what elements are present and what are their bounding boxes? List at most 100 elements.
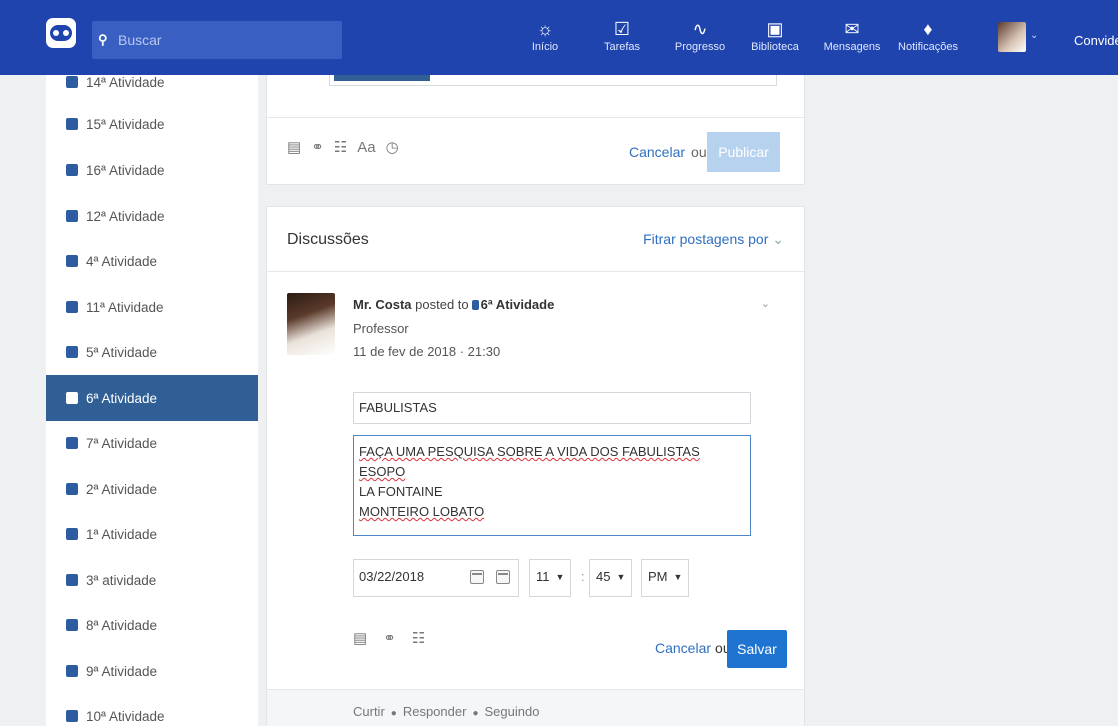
group-color-icon (471, 300, 479, 310)
sidebar-item-12[interactable]: 12ª Atividade (46, 193, 258, 239)
or-text: ou (691, 144, 707, 160)
cancel-link[interactable]: Cancelar (655, 640, 711, 656)
calendar-icon[interactable] (496, 570, 510, 584)
link-icon[interactable]: ⚭ (383, 629, 396, 647)
author-name[interactable]: Mr. Costa (353, 297, 412, 312)
group-color-icon (66, 76, 78, 88)
post-body-textarea[interactable]: FAÇA UMA PESQUISA SOBRE A VIDA DOS FABUL… (353, 435, 751, 536)
group-color-icon (66, 164, 78, 176)
following-link[interactable]: Seguindo (484, 704, 539, 719)
bell-icon: ♦ (923, 19, 933, 39)
book-icon[interactable]: ☷ (334, 138, 347, 156)
sidebar-item-4[interactable]: 4ª Atividade (46, 238, 258, 284)
top-navigation-bar: ⚲ ☼ Início ☑ Tarefas ∿ Progresso ▣ Bibli… (0, 0, 1118, 75)
divider (267, 271, 804, 272)
group-color-icon (66, 118, 78, 130)
group-color-icon (66, 665, 78, 677)
publish-button[interactable]: Publicar (707, 132, 780, 172)
search-icon: ⚲ (98, 32, 108, 47)
post-timestamp: 11 de fev de 2018 · 21:30 (353, 344, 501, 359)
nav-progresso[interactable]: ∿ Progresso (660, 18, 740, 53)
post-title-field[interactable]: FABULISTAS (353, 392, 751, 424)
message-icon: ✉ (844, 19, 860, 39)
post-composer: ▤ ⚭ ☷ Aa ◷ Cancelar ou Publicar (266, 75, 805, 185)
sidebar-item-10[interactable]: 10ª Atividade (46, 693, 258, 726)
calendar-icon[interactable] (470, 570, 484, 584)
sidebar-item-16[interactable]: 16ª Atividade (46, 147, 258, 193)
group-color-icon (66, 528, 78, 540)
discussion-title: Discussões (287, 231, 369, 248)
document-icon[interactable]: ▤ (287, 138, 301, 156)
ampm-select[interactable]: PM ▼ (641, 559, 690, 597)
sidebar-item-11[interactable]: 11ª Atividade (46, 284, 258, 330)
minute-select[interactable]: 45 ▼ (589, 559, 633, 597)
group-link[interactable]: 6ª Atividade (481, 297, 555, 312)
composer-input[interactable] (329, 75, 777, 86)
checkbox-icon: ☑ (613, 19, 631, 39)
composer-actions: Cancelar ou (629, 144, 707, 160)
sidebar-item-5[interactable]: 5ª Atividade (46, 329, 258, 375)
sidebar-item-2[interactable]: 2ª Atividade (46, 466, 258, 512)
filter-label: Fitrar postagens por (643, 231, 769, 247)
chevron-down-icon: ⌄ (772, 231, 784, 247)
chevron-down-icon[interactable]: ⌄ (761, 297, 770, 310)
group-color-icon (66, 346, 78, 358)
edit-toolbar: ▤ ⚭ ☷ (353, 629, 425, 647)
hour-select[interactable]: 11 ▼ (529, 559, 572, 597)
sidebar-item-7[interactable]: 7ª Atividade (46, 420, 258, 466)
filter-dropdown[interactable]: Fitrar postagens por ⌄ (643, 231, 784, 248)
post-actions: Curtir ● Responder ● Seguindo (353, 704, 539, 719)
group-color-icon (66, 301, 78, 313)
search-box[interactable]: ⚲ (92, 21, 342, 59)
sidebar-item-8[interactable]: 8ª Atividade (46, 602, 258, 648)
bullet-separator: ● (390, 708, 397, 719)
search-input[interactable] (118, 32, 318, 48)
nav-mensagens[interactable]: ✉ Mensagens (812, 18, 892, 53)
sidebar-item-6-active[interactable]: 6ª Atividade (46, 375, 258, 421)
reply-link[interactable]: Responder (403, 704, 467, 719)
pulse-icon: ∿ (692, 19, 708, 39)
caret-down-icon: ▼ (616, 572, 626, 582)
group-color-icon (66, 255, 78, 267)
body-line: LA FONTAINE (359, 484, 443, 499)
document-icon[interactable]: ▤ (353, 629, 367, 647)
like-link[interactable]: Curtir (353, 704, 385, 719)
group-color-icon (66, 619, 78, 631)
group-color-icon (66, 574, 78, 586)
post-footer: Curtir ● Responder ● Seguindo (267, 689, 804, 726)
author-role: Professor (353, 321, 409, 336)
minute-value: 45 (596, 569, 611, 584)
composer-toolbar: ▤ ⚭ ☷ Aa ◷ (287, 138, 399, 157)
composer-scroll-bar (334, 75, 430, 81)
time-separator: : (581, 569, 585, 584)
user-name[interactable]: Convidel (1074, 33, 1118, 48)
text-style-icon[interactable]: Aa (357, 139, 375, 156)
home-icon: ☼ (536, 19, 554, 39)
sidebar-item-3[interactable]: 3ª atividade (46, 557, 258, 603)
nav-tarefas[interactable]: ☑ Tarefas (582, 18, 662, 53)
link-icon[interactable]: ⚭ (311, 138, 324, 156)
group-color-icon (66, 483, 78, 495)
discussion-card: Discussões Fitrar postagens por ⌄ Mr. Co… (266, 206, 805, 726)
save-button[interactable]: Salvar (727, 630, 787, 668)
cancel-link[interactable]: Cancelar (629, 144, 685, 160)
body-line: ESOPO (359, 464, 406, 479)
nav-biblioteca[interactable]: ▣ Biblioteca (735, 18, 815, 53)
sidebar-item-15[interactable]: 15ª Atividade (46, 101, 258, 147)
author-avatar[interactable] (287, 293, 335, 355)
posted-to-text: posted to (415, 297, 469, 312)
body-line: FAÇA UMA PESQUISA SOBRE A VIDA DOS FABUL… (359, 444, 700, 459)
nav-inicio[interactable]: ☼ Início (505, 18, 585, 53)
app-logo[interactable] (46, 18, 76, 48)
chevron-down-icon[interactable]: ⌄ (1030, 30, 1038, 41)
clock-icon[interactable]: ◷ (386, 138, 399, 156)
due-date-input[interactable]: 03/22/2018 (353, 559, 519, 597)
caret-down-icon: ▼ (673, 572, 683, 582)
ampm-value: PM (648, 569, 668, 584)
logo-face-icon (50, 25, 72, 41)
user-avatar[interactable] (998, 22, 1026, 52)
sidebar-item-9[interactable]: 9ª Atividade (46, 648, 258, 694)
nav-notificacoes[interactable]: ♦ Notificações (888, 18, 968, 53)
sidebar-item-1[interactable]: 1ª Atividade (46, 511, 258, 557)
book-icon[interactable]: ☷ (412, 629, 425, 647)
